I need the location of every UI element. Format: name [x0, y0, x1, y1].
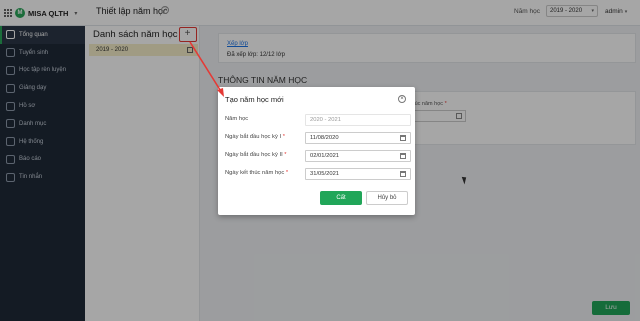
- form-label-text: Năm học: [225, 116, 249, 122]
- field-value: 11/08/2020: [310, 135, 339, 141]
- calendar-icon[interactable]: [400, 135, 406, 141]
- field-value: 2020 - 2021: [310, 117, 341, 123]
- save-button[interactable]: Cất: [320, 191, 362, 205]
- form-label-text: Ngày bắt đầu học kỳ I: [225, 134, 282, 140]
- calendar-icon[interactable]: [400, 153, 406, 159]
- close-icon[interactable]: ×: [398, 95, 406, 103]
- date-field[interactable]: 31/05/2021: [305, 168, 411, 180]
- form-label-text: Ngày bắt đầu học kỳ II: [225, 152, 283, 158]
- form-label: Ngày bắt đầu học kỳ II *: [225, 152, 287, 158]
- form-row: Năm học 2020 - 2021: [225, 114, 411, 126]
- field-value: 31/05/2021: [310, 171, 340, 177]
- form-label: Năm học: [225, 116, 248, 122]
- year-field: 2020 - 2021: [305, 114, 411, 126]
- form-row: Ngày bắt đầu học kỳ I * 11/08/2020: [225, 132, 411, 144]
- form-row: Ngày kết thúc năm học * 31/05/2021: [225, 168, 411, 180]
- dialog-title: Tạo năm học mới: [225, 95, 284, 104]
- form-label-text: Ngày kết thúc năm học: [225, 170, 285, 176]
- cancel-button[interactable]: Hủy bỏ: [366, 191, 408, 205]
- form-label: Ngày bắt đầu học kỳ I *: [225, 134, 285, 140]
- date-field[interactable]: 02/01/2021: [305, 150, 411, 162]
- form-label: Ngày kết thúc năm học *: [225, 170, 288, 176]
- calendar-icon[interactable]: [400, 171, 406, 177]
- date-field[interactable]: 11/08/2020: [305, 132, 411, 144]
- required-marker: *: [281, 134, 285, 140]
- field-value: 02/01/2021: [310, 153, 340, 159]
- required-marker: *: [282, 152, 287, 158]
- form-row: Ngày bắt đầu học kỳ II * 02/01/2021: [225, 150, 411, 162]
- create-year-dialog: Tạo năm học mới × Năm học 2020 - 2021 Ngày…: [218, 87, 415, 215]
- required-marker: *: [284, 170, 289, 176]
